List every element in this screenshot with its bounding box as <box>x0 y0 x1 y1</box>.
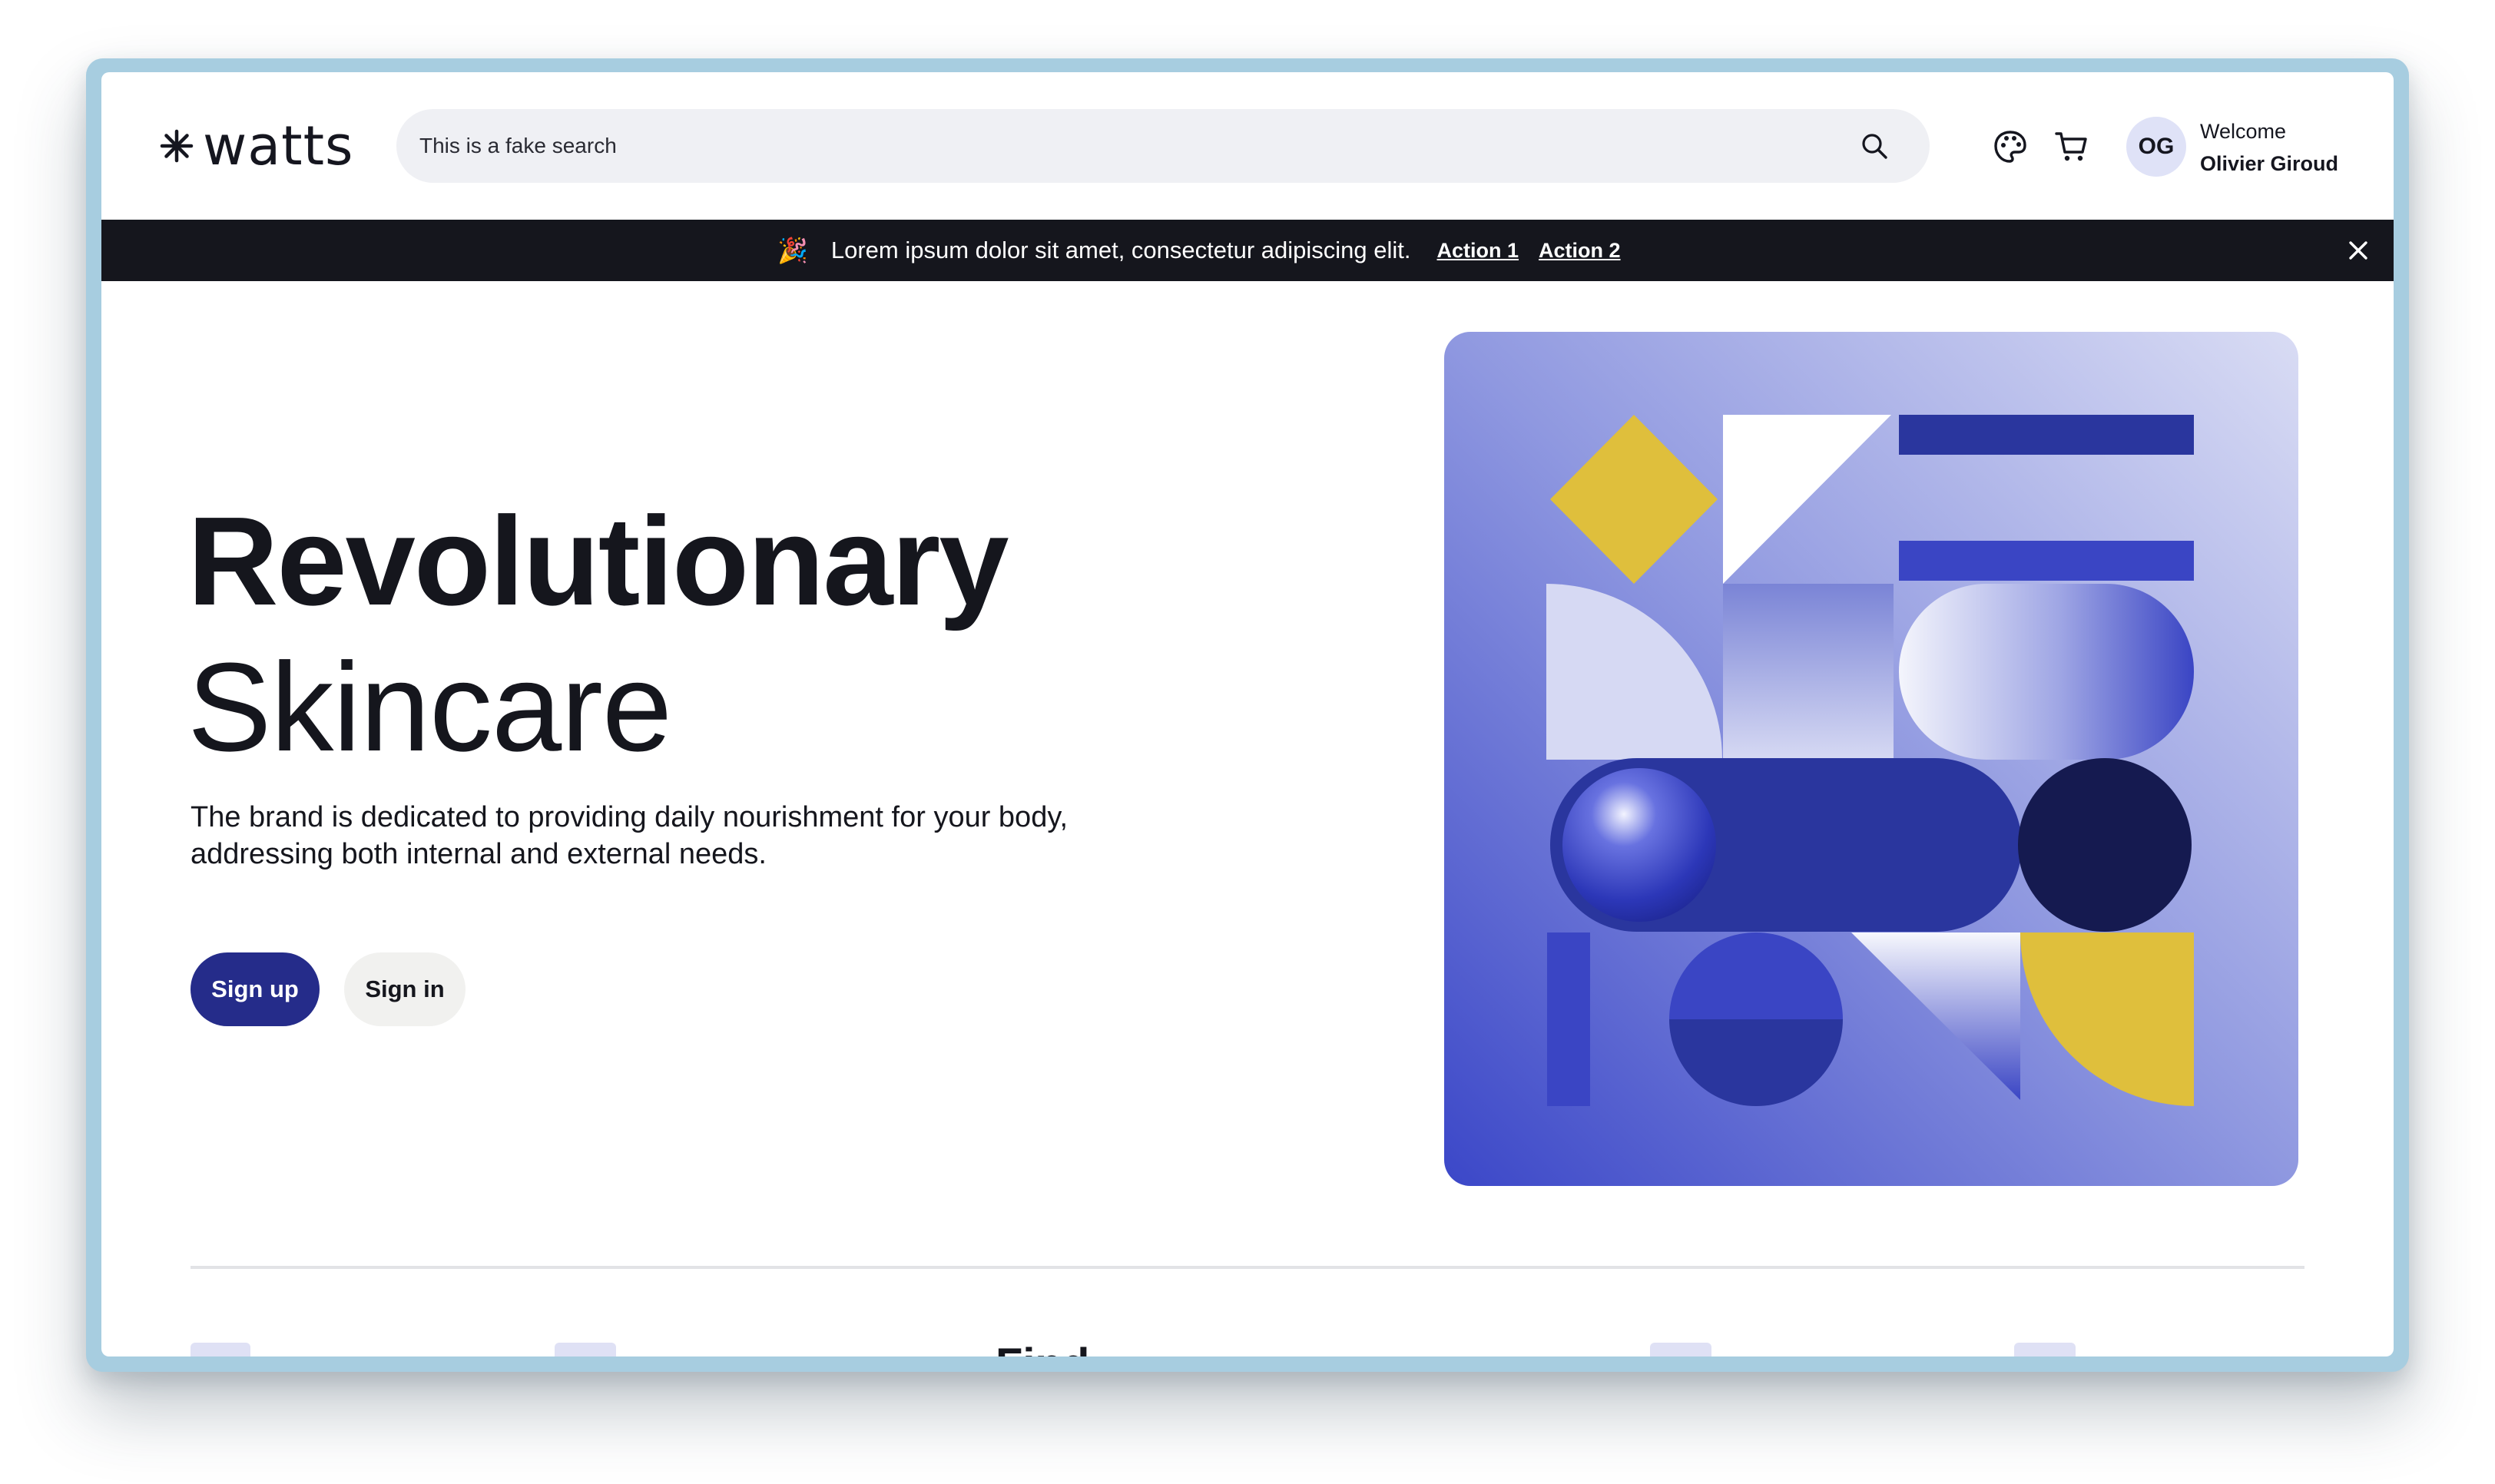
feature-icon-placeholder <box>555 1343 616 1356</box>
next-section-title: Find the <box>996 1341 1134 1357</box>
search-button[interactable] <box>1856 128 1893 164</box>
hero-title-light: Skincare <box>187 637 672 777</box>
dark-circle-shape <box>2018 758 2192 932</box>
navy-bar-top <box>1899 415 2194 455</box>
banner-message: Lorem ipsum dolor sit amet, consectetur … <box>830 237 1411 263</box>
site-header: watts This is a fake search OG Welcome O… <box>101 72 2394 220</box>
feature-icon-placeholder <box>191 1343 250 1356</box>
party-popper-icon: 🎉 <box>777 237 808 264</box>
palette-icon <box>1994 131 2026 163</box>
sign-in-button[interactable]: Sign in <box>344 952 466 1026</box>
search-input[interactable] <box>419 109 1802 183</box>
cart-icon <box>2055 132 2087 161</box>
gradient-pill-shape <box>1899 584 2194 760</box>
search-bar <box>396 109 1930 183</box>
welcome-label: Welcome <box>2200 120 2287 143</box>
close-icon <box>2349 241 2367 260</box>
search-icon <box>1862 134 1887 159</box>
feature-icon-placeholder <box>1650 1343 1711 1356</box>
hero-title-bold: Revolutionary <box>187 491 1009 631</box>
theme-button[interactable] <box>1991 128 2029 166</box>
feature-icon-placeholder <box>2014 1343 2076 1356</box>
gradient-column-shape <box>1723 584 1894 760</box>
cart-button[interactable] <box>2053 128 2091 166</box>
hero-geometric-illustration <box>1444 332 2298 1186</box>
section-divider <box>191 1266 2304 1269</box>
sign-up-button[interactable]: Sign up <box>191 952 320 1026</box>
user-name[interactable]: Olivier Giroud <box>2200 147 2338 180</box>
brand-name: watts <box>203 114 354 177</box>
blue-slim-bar <box>1547 932 1590 1106</box>
page-window: watts This is a fake search OG Welcome O… <box>101 72 2394 1356</box>
user-avatar[interactable]: OG <box>2126 117 2186 177</box>
glossy-sphere-shape <box>1562 768 1716 922</box>
banner-close-button[interactable] <box>2343 235 2374 266</box>
announcement-banner: 🎉 Lorem ipsum dolor sit amet, consectetu… <box>101 220 2394 281</box>
banner-action-1-link[interactable]: Action 1 <box>1437 239 1519 263</box>
brand-logo[interactable]: watts <box>160 115 354 177</box>
hero-description: The brand is dedicated to providing dail… <box>191 801 1069 870</box>
browser-frame: watts This is a fake search OG Welcome O… <box>86 58 2409 1372</box>
asterisk-logo-icon <box>160 129 194 163</box>
banner-action-2-link[interactable]: Action 2 <box>1539 239 1621 263</box>
blue-bar-middle <box>1899 541 2194 581</box>
